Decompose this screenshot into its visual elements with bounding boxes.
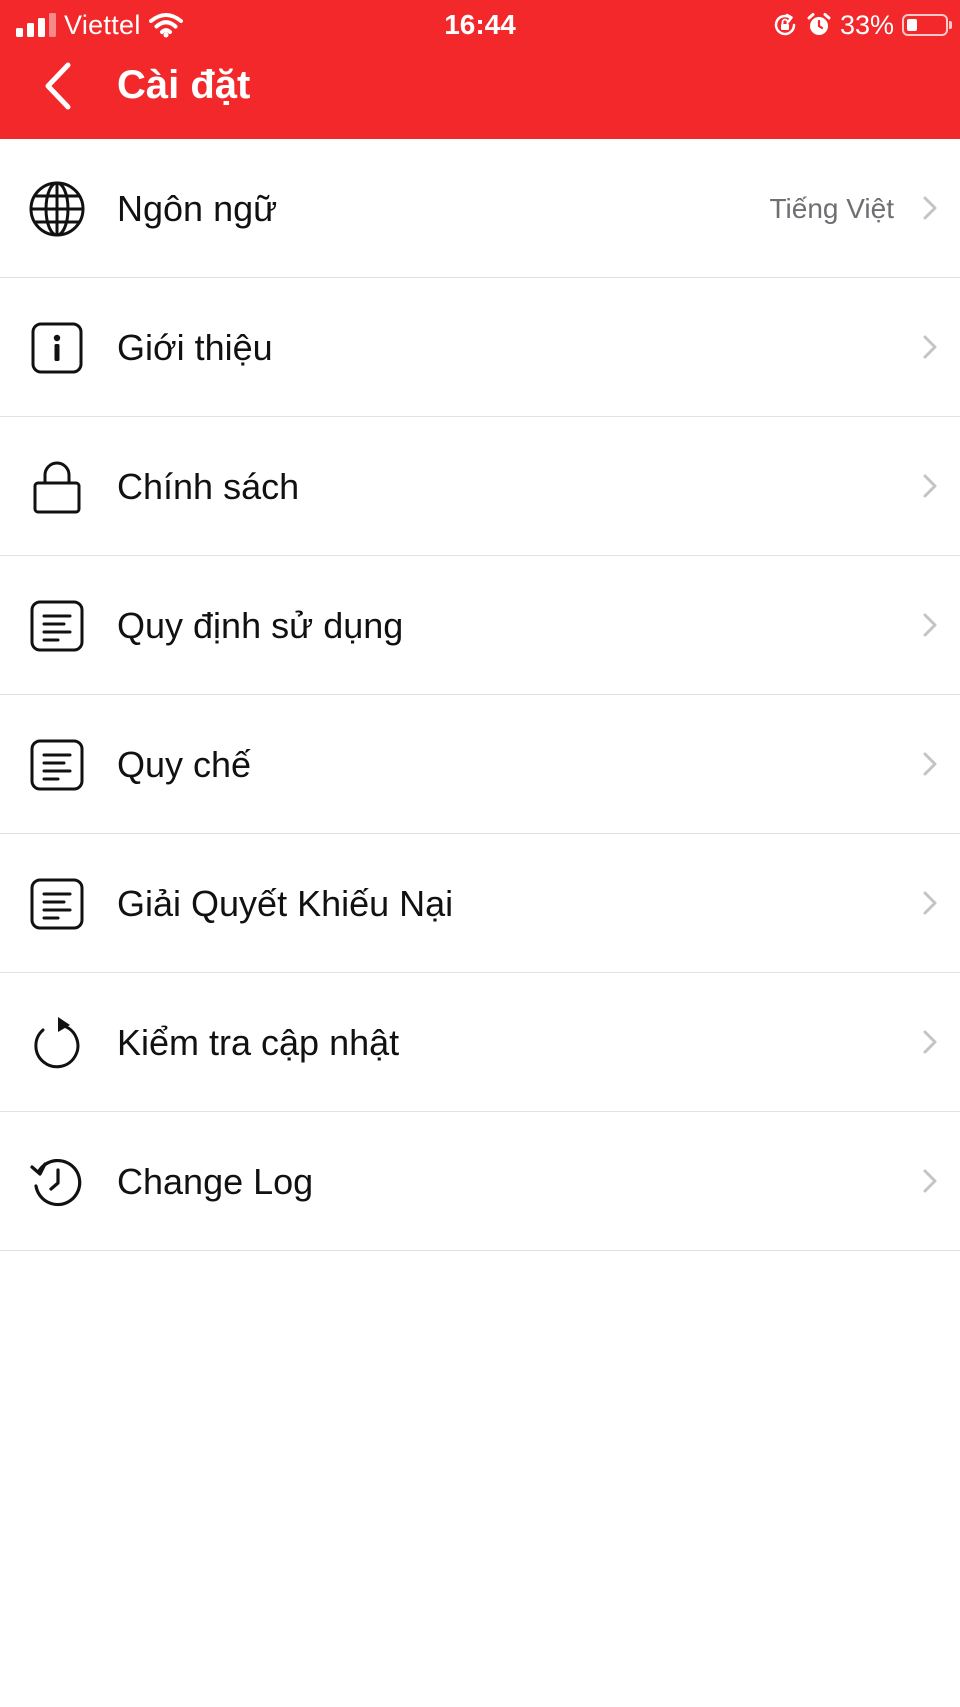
settings-row-label: Quy định sử dụng: [117, 605, 404, 646]
orientation-lock-icon: [774, 13, 796, 36]
chevron-right-icon: [922, 890, 938, 916]
settings-row-label: Quy chế: [117, 744, 252, 785]
settings-row-policy[interactable]: Chính sách: [0, 417, 960, 556]
page-title: Cài đặt: [117, 63, 251, 107]
battery-icon: [902, 14, 952, 36]
info-icon: [28, 319, 86, 377]
settings-list: Ngôn ngữ Tiếng Việt Giới thiệu Chính sác…: [0, 139, 960, 1251]
chevron-right-icon: [922, 751, 938, 777]
document-icon: [28, 736, 86, 794]
settings-row-about[interactable]: Giới thiệu: [0, 278, 960, 417]
chevron-right-icon: [922, 612, 938, 638]
document-icon: [28, 597, 86, 655]
battery-percentage: 33%: [839, 9, 894, 40]
settings-row-label: Chính sách: [117, 466, 300, 507]
status-bar: Viettel 16:44 33%: [0, 0, 960, 50]
status-right: 33%: [772, 8, 952, 42]
alarm-icon: [807, 13, 831, 35]
settings-row-check-update[interactable]: Kiểm tra cập nhật: [0, 973, 960, 1112]
history-icon: [28, 1153, 86, 1211]
chevron-left-icon: [45, 62, 71, 110]
back-button[interactable]: [30, 54, 86, 118]
chevron-right-icon: [922, 195, 938, 221]
settings-row-label: Kiểm tra cập nhật: [117, 1022, 400, 1063]
settings-row-complaints[interactable]: Giải Quyết Khiếu Nại: [0, 834, 960, 973]
settings-row-label: Giới thiệu: [117, 327, 273, 368]
settings-row-language[interactable]: Ngôn ngữ Tiếng Việt: [0, 139, 960, 278]
lock-icon: [28, 458, 86, 516]
chevron-right-icon: [922, 1168, 938, 1194]
settings-row-label: Ngôn ngữ: [117, 188, 278, 229]
chevron-right-icon: [922, 1029, 938, 1055]
refresh-icon: [28, 1014, 86, 1072]
globe-icon: [28, 180, 86, 238]
app-header: Viettel 16:44 33% Cài đặt: [0, 0, 960, 139]
chevron-right-icon: [922, 334, 938, 360]
settings-row-label: Giải Quyết Khiếu Nại: [117, 883, 454, 924]
settings-row-label: Change Log: [117, 1161, 314, 1202]
document-icon: [28, 875, 86, 933]
settings-row-terms-of-use[interactable]: Quy định sử dụng: [0, 556, 960, 695]
language-value: Tiếng Việt: [769, 193, 894, 224]
settings-row-change-log[interactable]: Change Log: [0, 1112, 960, 1251]
settings-row-regulations[interactable]: Quy chế: [0, 695, 960, 834]
chevron-right-icon: [922, 473, 938, 499]
